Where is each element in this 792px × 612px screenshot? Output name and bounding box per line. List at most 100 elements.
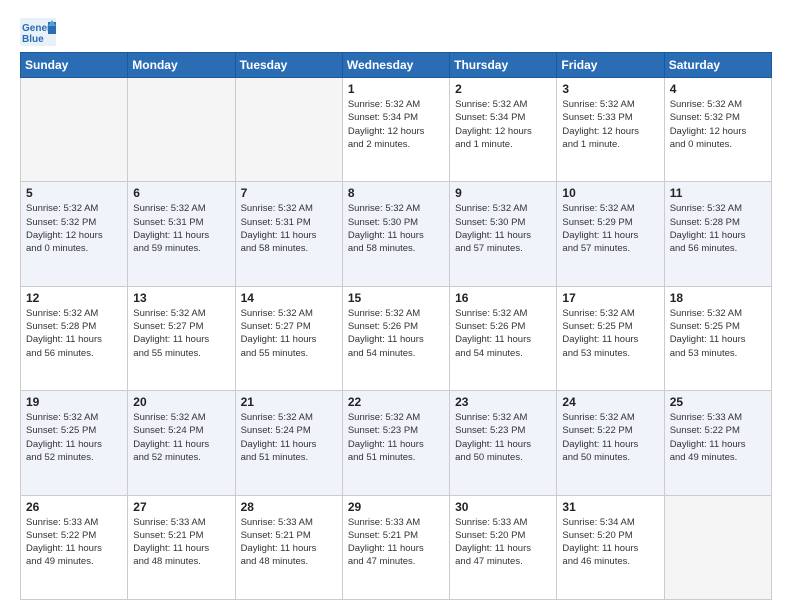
calendar-cell: 15 Sunrise: 5:32 AM Sunset: 5:26 PM Dayli… [342,286,449,390]
calendar-week-1: 1 Sunrise: 5:32 AM Sunset: 5:34 PM Daylig… [21,78,772,182]
day-info: Sunrise: 5:33 AM Sunset: 5:22 PM Dayligh… [670,411,766,464]
day-info: Sunrise: 5:32 AM Sunset: 5:22 PM Dayligh… [562,411,658,464]
day-info: Sunrise: 5:32 AM Sunset: 5:31 PM Dayligh… [241,202,337,255]
calendar-week-4: 19 Sunrise: 5:32 AM Sunset: 5:25 PM Dayli… [21,391,772,495]
header: General Blue [20,18,772,46]
day-number: 22 [348,395,444,409]
weekday-header-sunday: Sunday [21,53,128,78]
calendar-cell: 26 Sunrise: 5:33 AM Sunset: 5:22 PM Dayli… [21,495,128,599]
weekday-header-thursday: Thursday [450,53,557,78]
day-number: 11 [670,186,766,200]
day-number: 29 [348,500,444,514]
day-number: 1 [348,82,444,96]
day-info: Sunrise: 5:33 AM Sunset: 5:21 PM Dayligh… [241,516,337,569]
day-number: 6 [133,186,229,200]
calendar-cell: 7 Sunrise: 5:32 AM Sunset: 5:31 PM Daylig… [235,182,342,286]
day-number: 13 [133,291,229,305]
day-info: Sunrise: 5:32 AM Sunset: 5:25 PM Dayligh… [670,307,766,360]
day-number: 4 [670,82,766,96]
day-info: Sunrise: 5:32 AM Sunset: 5:25 PM Dayligh… [26,411,122,464]
calendar-cell: 13 Sunrise: 5:32 AM Sunset: 5:27 PM Dayli… [128,286,235,390]
day-number: 27 [133,500,229,514]
day-info: Sunrise: 5:32 AM Sunset: 5:29 PM Dayligh… [562,202,658,255]
calendar-cell: 17 Sunrise: 5:32 AM Sunset: 5:25 PM Dayli… [557,286,664,390]
day-info: Sunrise: 5:32 AM Sunset: 5:32 PM Dayligh… [670,98,766,151]
day-info: Sunrise: 5:32 AM Sunset: 5:32 PM Dayligh… [26,202,122,255]
day-info: Sunrise: 5:32 AM Sunset: 5:30 PM Dayligh… [348,202,444,255]
svg-text:Blue: Blue [22,34,44,45]
weekday-header-monday: Monday [128,53,235,78]
calendar-cell [235,78,342,182]
weekday-header-saturday: Saturday [664,53,771,78]
calendar-cell: 22 Sunrise: 5:32 AM Sunset: 5:23 PM Dayli… [342,391,449,495]
calendar-cell: 27 Sunrise: 5:33 AM Sunset: 5:21 PM Dayli… [128,495,235,599]
day-info: Sunrise: 5:33 AM Sunset: 5:21 PM Dayligh… [133,516,229,569]
calendar-cell: 16 Sunrise: 5:32 AM Sunset: 5:26 PM Dayli… [450,286,557,390]
day-info: Sunrise: 5:32 AM Sunset: 5:34 PM Dayligh… [348,98,444,151]
day-number: 10 [562,186,658,200]
calendar-cell [664,495,771,599]
day-info: Sunrise: 5:33 AM Sunset: 5:20 PM Dayligh… [455,516,551,569]
day-number: 26 [26,500,122,514]
calendar-cell [128,78,235,182]
calendar-cell: 25 Sunrise: 5:33 AM Sunset: 5:22 PM Dayli… [664,391,771,495]
day-number: 23 [455,395,551,409]
weekday-header-friday: Friday [557,53,664,78]
day-number: 14 [241,291,337,305]
day-info: Sunrise: 5:32 AM Sunset: 5:27 PM Dayligh… [241,307,337,360]
logo: General Blue [20,18,62,46]
calendar-cell: 8Sunrise: 5:32 AM Sunset: 5:30 PM Daylig… [342,182,449,286]
day-number: 17 [562,291,658,305]
logo-icon: General Blue [20,18,56,46]
day-number: 31 [562,500,658,514]
calendar-cell: 20 Sunrise: 5:32 AM Sunset: 5:24 PM Dayli… [128,391,235,495]
day-number: 19 [26,395,122,409]
calendar-cell: 19 Sunrise: 5:32 AM Sunset: 5:25 PM Dayli… [21,391,128,495]
day-number: 7 [241,186,337,200]
calendar-week-3: 12Sunrise: 5:32 AM Sunset: 5:28 PM Dayli… [21,286,772,390]
calendar-week-5: 26 Sunrise: 5:33 AM Sunset: 5:22 PM Dayli… [21,495,772,599]
day-info: Sunrise: 5:32 AM Sunset: 5:31 PM Dayligh… [133,202,229,255]
calendar-cell: 23 Sunrise: 5:32 AM Sunset: 5:23 PM Dayli… [450,391,557,495]
page: General Blue SundayMondayTuesdayWednesda… [0,0,792,612]
calendar-cell: 30 Sunrise: 5:33 AM Sunset: 5:20 PM Dayli… [450,495,557,599]
day-info: Sunrise: 5:32 AM Sunset: 5:24 PM Dayligh… [133,411,229,464]
day-info: Sunrise: 5:32 AM Sunset: 5:34 PM Dayligh… [455,98,551,151]
day-info: Sunrise: 5:33 AM Sunset: 5:22 PM Dayligh… [26,516,122,569]
calendar-cell: 9Sunrise: 5:32 AM Sunset: 5:30 PM Daylig… [450,182,557,286]
day-info: Sunrise: 5:32 AM Sunset: 5:23 PM Dayligh… [455,411,551,464]
day-info: Sunrise: 5:32 AM Sunset: 5:24 PM Dayligh… [241,411,337,464]
weekday-header-wednesday: Wednesday [342,53,449,78]
day-number: 15 [348,291,444,305]
weekday-header-tuesday: Tuesday [235,53,342,78]
day-number: 30 [455,500,551,514]
calendar-cell [21,78,128,182]
calendar-cell: 18Sunrise: 5:32 AM Sunset: 5:25 PM Dayli… [664,286,771,390]
day-number: 20 [133,395,229,409]
day-info: Sunrise: 5:32 AM Sunset: 5:26 PM Dayligh… [455,307,551,360]
calendar-table: SundayMondayTuesdayWednesdayThursdayFrid… [20,52,772,600]
day-info: Sunrise: 5:32 AM Sunset: 5:27 PM Dayligh… [133,307,229,360]
calendar-cell: 5 Sunrise: 5:32 AM Sunset: 5:32 PM Daylig… [21,182,128,286]
calendar-cell: 31 Sunrise: 5:34 AM Sunset: 5:20 PM Dayli… [557,495,664,599]
day-info: Sunrise: 5:34 AM Sunset: 5:20 PM Dayligh… [562,516,658,569]
calendar-cell: 11Sunrise: 5:32 AM Sunset: 5:28 PM Dayli… [664,182,771,286]
day-info: Sunrise: 5:33 AM Sunset: 5:21 PM Dayligh… [348,516,444,569]
calendar-cell: 29 Sunrise: 5:33 AM Sunset: 5:21 PM Dayli… [342,495,449,599]
day-number: 25 [670,395,766,409]
calendar-cell: 14 Sunrise: 5:32 AM Sunset: 5:27 PM Dayli… [235,286,342,390]
day-info: Sunrise: 5:32 AM Sunset: 5:23 PM Dayligh… [348,411,444,464]
calendar-cell: 24Sunrise: 5:32 AM Sunset: 5:22 PM Dayli… [557,391,664,495]
calendar-week-2: 5 Sunrise: 5:32 AM Sunset: 5:32 PM Daylig… [21,182,772,286]
day-info: Sunrise: 5:32 AM Sunset: 5:25 PM Dayligh… [562,307,658,360]
calendar-cell: 28 Sunrise: 5:33 AM Sunset: 5:21 PM Dayli… [235,495,342,599]
day-info: Sunrise: 5:32 AM Sunset: 5:33 PM Dayligh… [562,98,658,151]
day-number: 5 [26,186,122,200]
day-number: 28 [241,500,337,514]
day-info: Sunrise: 5:32 AM Sunset: 5:26 PM Dayligh… [348,307,444,360]
calendar-header-row: SundayMondayTuesdayWednesdayThursdayFrid… [21,53,772,78]
day-number: 16 [455,291,551,305]
day-number: 9 [455,186,551,200]
calendar-cell: 10 Sunrise: 5:32 AM Sunset: 5:29 PM Dayli… [557,182,664,286]
day-info: Sunrise: 5:32 AM Sunset: 5:28 PM Dayligh… [26,307,122,360]
